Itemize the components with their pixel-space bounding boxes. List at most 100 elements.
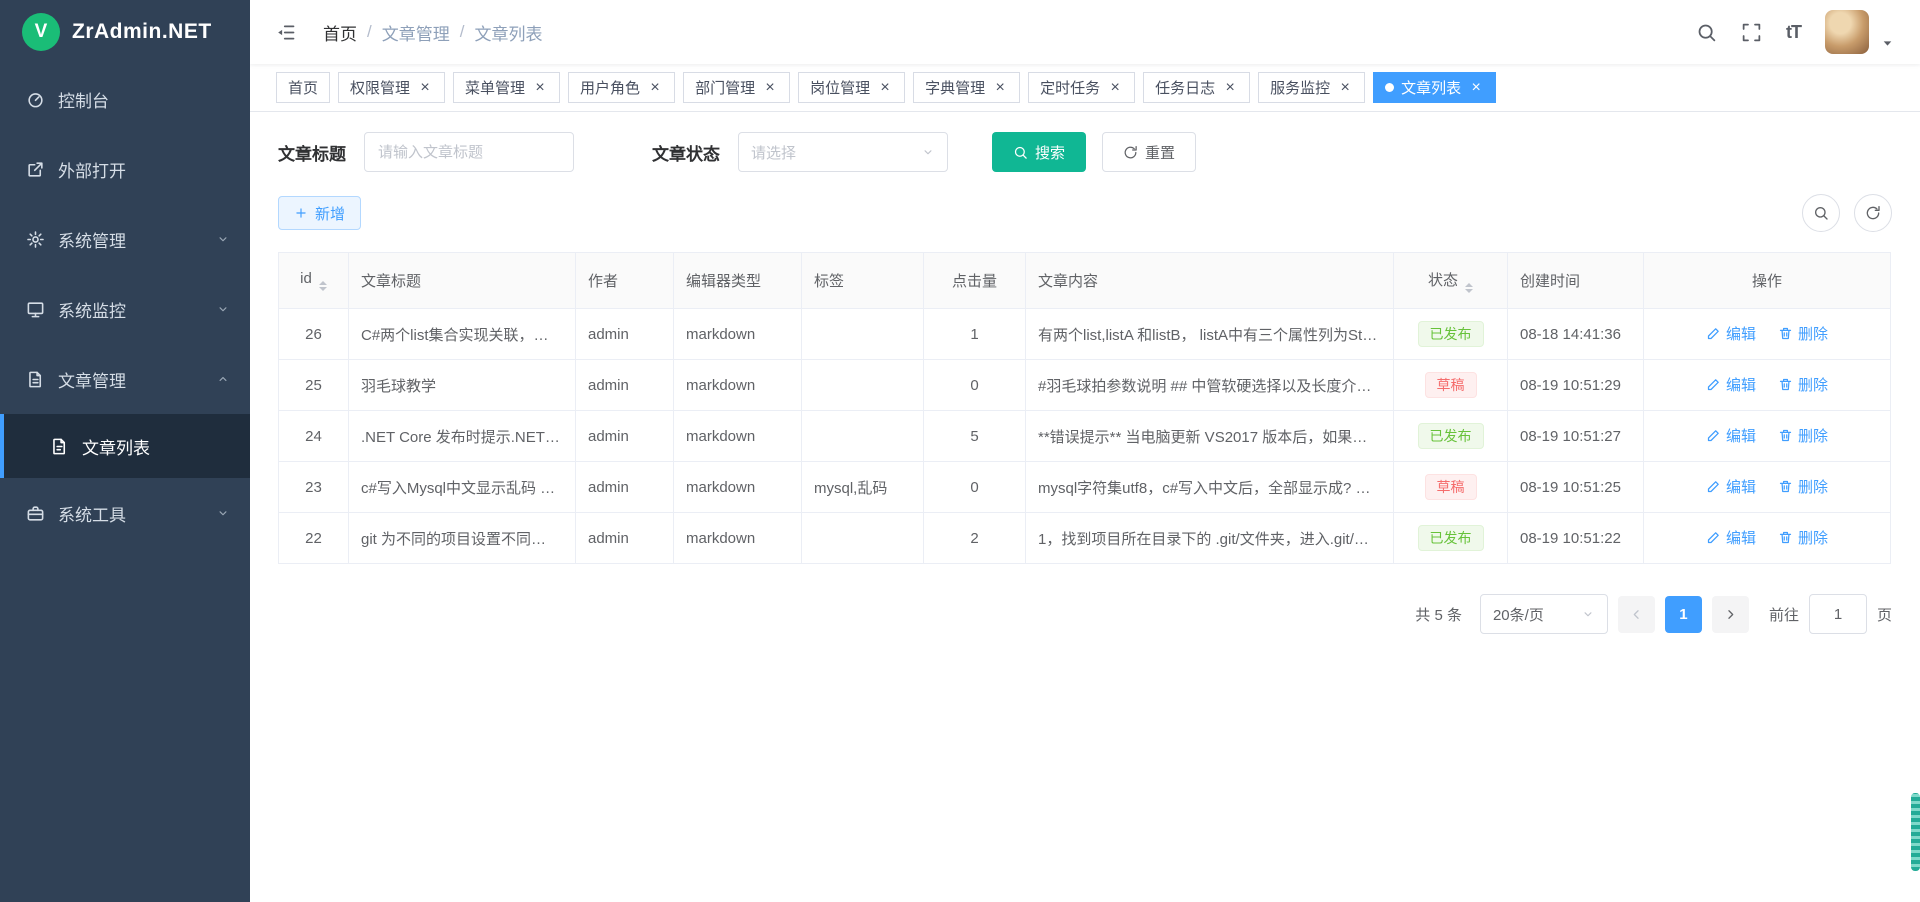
sort-carets-icon[interactable] bbox=[1465, 283, 1473, 293]
breadcrumb-item-article-list[interactable]: 文章列表 bbox=[474, 20, 542, 45]
prev-page-button[interactable] bbox=[1618, 596, 1655, 633]
cell-created: 08-19 10:51:27 bbox=[1508, 411, 1644, 462]
font-size-icon[interactable]: tT bbox=[1786, 22, 1801, 43]
tab-close-icon[interactable]: × bbox=[992, 80, 1008, 96]
breadcrumb-separator: / bbox=[460, 22, 465, 42]
cell-ops: 编辑 删除 bbox=[1644, 513, 1891, 564]
sidebar-item-system-management[interactable]: 系统管理 bbox=[0, 204, 250, 274]
next-page-button[interactable] bbox=[1712, 596, 1749, 633]
edit-link[interactable]: 编辑 bbox=[1706, 374, 1756, 395]
toggle-search-button[interactable] bbox=[1802, 194, 1840, 232]
edit-link[interactable]: 编辑 bbox=[1706, 425, 1756, 446]
sidebar-item-external-open[interactable]: 外部打开 bbox=[0, 134, 250, 204]
edit-link[interactable]: 编辑 bbox=[1706, 527, 1756, 548]
tab-bar: 首页权限管理×菜单管理×用户角色×部门管理×岗位管理×字典管理×定时任务×任务日… bbox=[250, 64, 1920, 112]
user-avatar[interactable] bbox=[1825, 10, 1869, 54]
status-badge: 已发布 bbox=[1418, 321, 1484, 348]
tab-close-icon[interactable]: × bbox=[417, 80, 433, 96]
collapse-sidebar-icon[interactable] bbox=[276, 22, 297, 43]
tab-5[interactable]: 岗位管理 × bbox=[798, 72, 905, 103]
trash-icon bbox=[1778, 377, 1793, 392]
delete-link[interactable]: 删除 bbox=[1778, 425, 1828, 446]
search-icon[interactable] bbox=[1696, 22, 1717, 43]
reset-button[interactable]: 重置 bbox=[1102, 132, 1196, 172]
cell-editor: markdown bbox=[674, 309, 802, 360]
tab-label: 字典管理 bbox=[925, 77, 985, 98]
goto-page-input[interactable] bbox=[1809, 594, 1867, 634]
tab-4[interactable]: 部门管理 × bbox=[683, 72, 790, 103]
cell-tags bbox=[802, 360, 924, 411]
tab-label: 岗位管理 bbox=[810, 77, 870, 98]
delete-link-label: 删除 bbox=[1798, 425, 1828, 446]
tab-10[interactable]: 文章列表× bbox=[1373, 72, 1496, 103]
cell-ops: 编辑 删除 bbox=[1644, 411, 1891, 462]
cell-id: 24 bbox=[279, 411, 349, 462]
edit-link[interactable]: 编辑 bbox=[1706, 323, 1756, 344]
top-header: 首页 / 文章管理 / 文章列表 tT bbox=[250, 0, 1920, 64]
search-button[interactable]: 搜索 bbox=[992, 132, 1086, 172]
page-size-select[interactable]: 20条/页 bbox=[1480, 594, 1608, 634]
column-header-id[interactable]: id bbox=[279, 253, 349, 309]
status-filter-placeholder: 请选择 bbox=[751, 142, 796, 163]
tab-close-icon[interactable]: × bbox=[532, 80, 548, 96]
add-button[interactable]: 新增 bbox=[278, 196, 361, 230]
sidebar-item-dashboard[interactable]: 控制台 bbox=[0, 64, 250, 134]
tab-close-icon[interactable]: × bbox=[762, 80, 778, 96]
cell-title: C#两个list集合实现关联，… bbox=[349, 309, 576, 360]
trash-icon bbox=[1778, 326, 1793, 341]
tab-close-icon[interactable]: × bbox=[1222, 80, 1238, 96]
edit-link[interactable]: 编辑 bbox=[1706, 476, 1756, 497]
collapse-sidebar-icon bbox=[276, 22, 297, 43]
sidebar-item-system-monitor[interactable]: 系统监控 bbox=[0, 274, 250, 344]
sidebar-item-system-tools[interactable]: 系统工具 bbox=[0, 478, 250, 548]
breadcrumb-item-article-management[interactable]: 文章管理 bbox=[382, 20, 450, 45]
status-filter-select[interactable]: 请选择 bbox=[738, 132, 948, 172]
breadcrumb-item-home[interactable]: 首页 bbox=[323, 20, 357, 45]
cell-editor: markdown bbox=[674, 411, 802, 462]
refresh-table-button[interactable] bbox=[1854, 194, 1892, 232]
sidebar-item-article-management[interactable]: 文章管理 bbox=[0, 344, 250, 414]
delete-link[interactable]: 删除 bbox=[1778, 374, 1828, 395]
column-header-author: 作者 bbox=[576, 253, 674, 309]
column-label: 编辑器类型 bbox=[686, 273, 761, 290]
table-header-row: id文章标题作者编辑器类型标签点击量文章内容状态创建时间操作 bbox=[279, 253, 1891, 309]
cell-ops: 编辑 删除 bbox=[1644, 309, 1891, 360]
pagination-total: 共 5 条 bbox=[1415, 604, 1462, 625]
tab-7[interactable]: 定时任务× bbox=[1028, 72, 1135, 103]
tab-3[interactable]: 用户角色× bbox=[568, 72, 675, 103]
select-caret-icon bbox=[1581, 607, 1595, 621]
tab-close-icon[interactable]: × bbox=[1337, 80, 1353, 96]
cell-status: 已发布 bbox=[1394, 309, 1508, 360]
tab-8[interactable]: 任务日志× bbox=[1143, 72, 1250, 103]
tab-1[interactable]: 权限管理× bbox=[338, 72, 445, 103]
tab-close-icon[interactable]: × bbox=[647, 80, 663, 96]
refresh-icon bbox=[1865, 205, 1881, 221]
tab-close-icon[interactable]: × bbox=[1468, 80, 1484, 96]
delete-link[interactable]: 删除 bbox=[1778, 323, 1828, 344]
column-header-title: 文章标题 bbox=[349, 253, 576, 309]
delete-link[interactable]: 删除 bbox=[1778, 527, 1828, 548]
title-filter-input[interactable] bbox=[364, 132, 574, 172]
tab-close-icon[interactable]: × bbox=[1107, 80, 1123, 96]
tab-0[interactable]: 首页 bbox=[276, 72, 330, 103]
tab-label: 部门管理 bbox=[695, 77, 755, 98]
tab-2[interactable]: 菜单管理 × bbox=[453, 72, 560, 103]
table-row: 25羽毛球教学adminmarkdown0#羽毛球拍参数说明 ## 中管软硬选择… bbox=[279, 360, 1891, 411]
sidebar-item-article-list[interactable]: 文章列表 bbox=[0, 414, 250, 478]
scrollbar-thumb[interactable] bbox=[1911, 793, 1920, 871]
page-unit-label: 页 bbox=[1877, 604, 1892, 625]
tab-9[interactable]: 服务监控× bbox=[1258, 72, 1365, 103]
user-menu-caret-icon[interactable] bbox=[1881, 37, 1894, 50]
delete-link[interactable]: 删除 bbox=[1778, 476, 1828, 497]
page-number-button[interactable]: 1 bbox=[1665, 596, 1702, 633]
tab-6[interactable]: 字典管理 × bbox=[913, 72, 1020, 103]
column-label: 文章标题 bbox=[361, 273, 421, 290]
cell-ops: 编辑 删除 bbox=[1644, 462, 1891, 513]
column-header-status[interactable]: 状态 bbox=[1394, 253, 1508, 309]
fullscreen-icon[interactable] bbox=[1741, 22, 1762, 43]
tab-close-icon[interactable]: × bbox=[877, 80, 893, 96]
column-label: 创建时间 bbox=[1520, 273, 1580, 290]
sidebar-item-label: 外部打开 bbox=[58, 157, 126, 182]
sort-carets-icon[interactable] bbox=[319, 281, 327, 291]
tab-label: 菜单管理 bbox=[465, 77, 525, 98]
